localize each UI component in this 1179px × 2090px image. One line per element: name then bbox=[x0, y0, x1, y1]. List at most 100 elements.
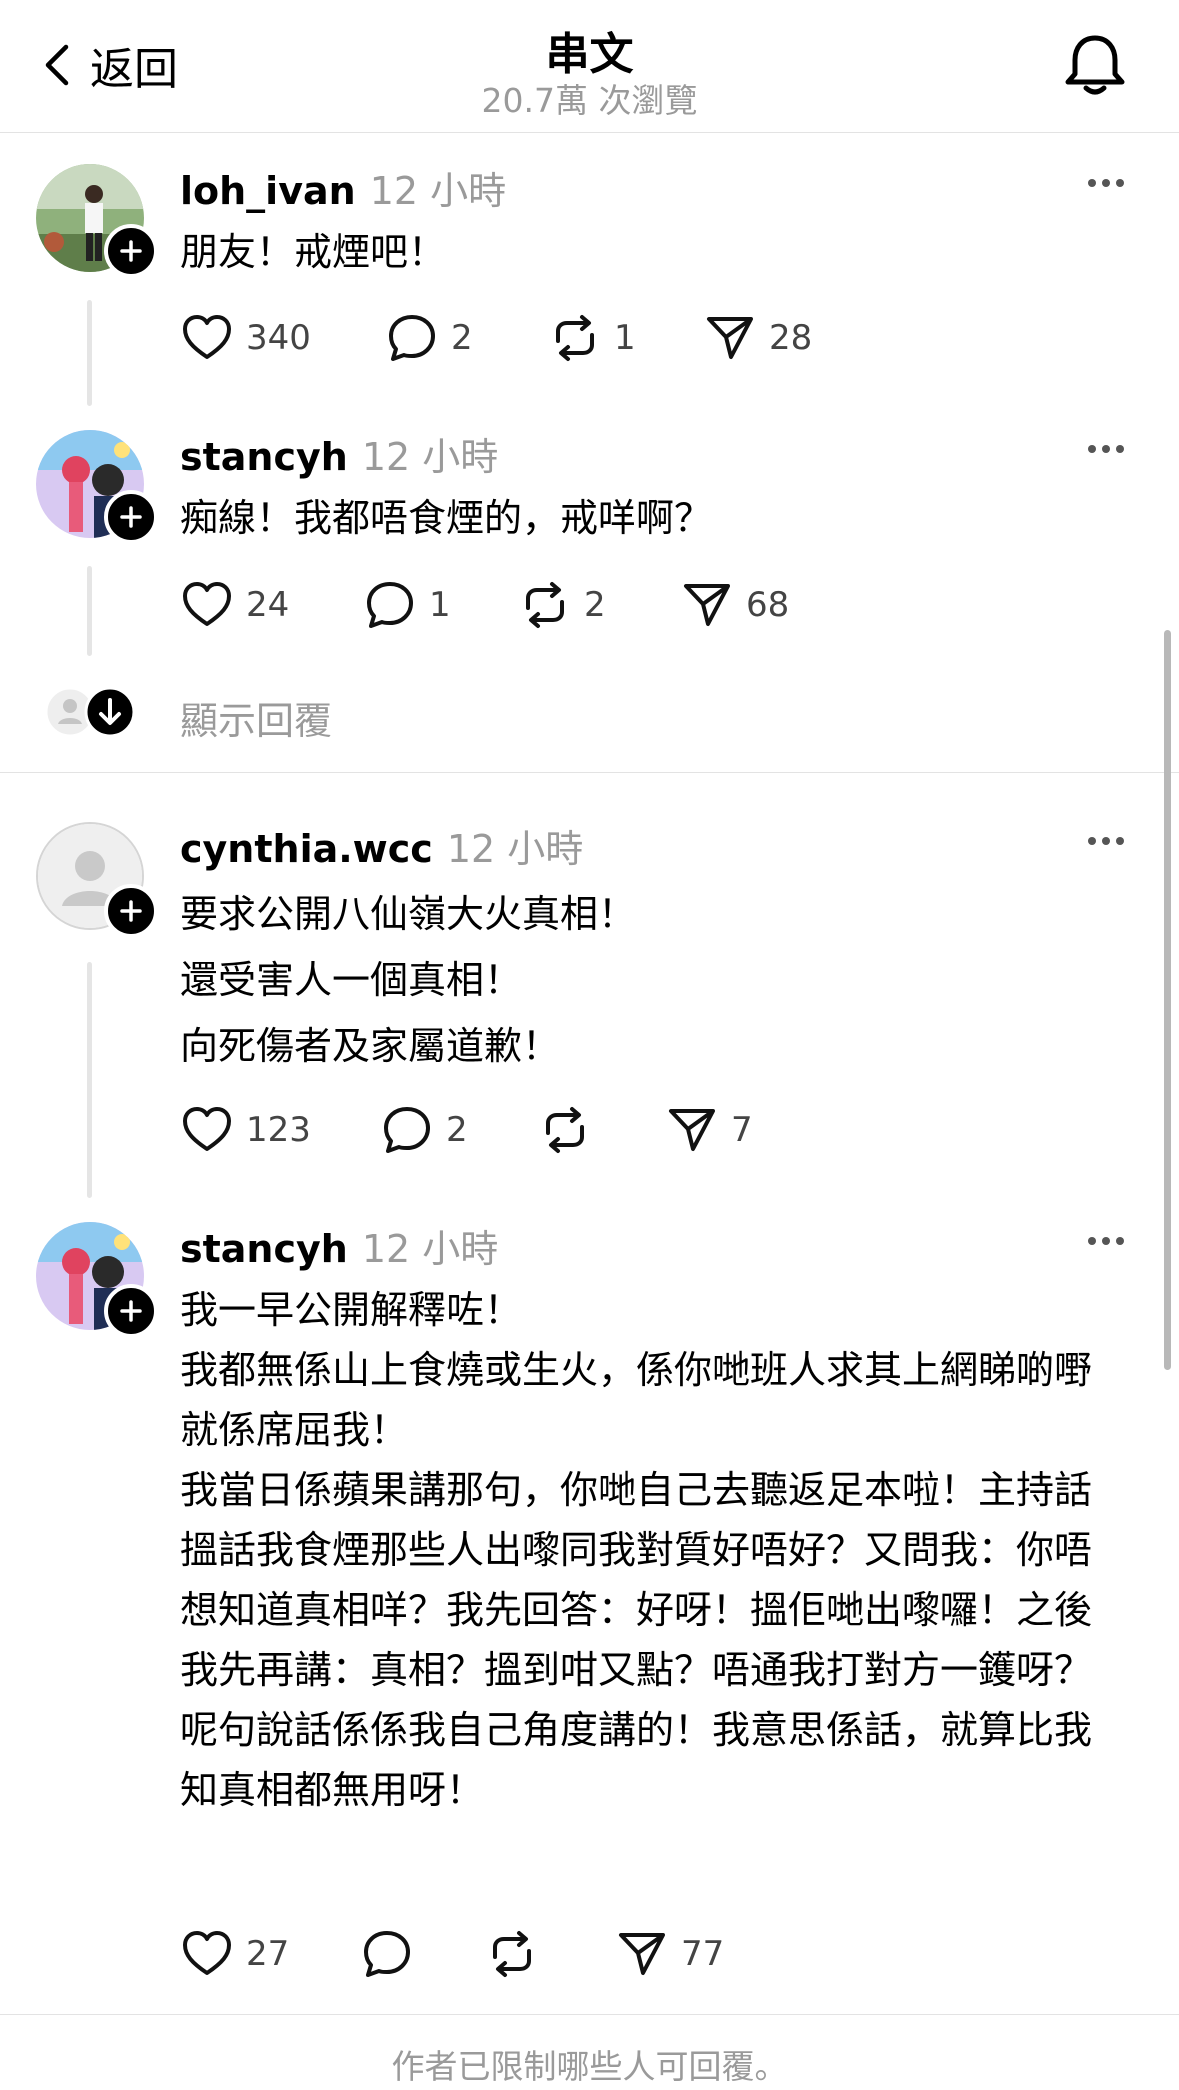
reply-count: 1 bbox=[429, 585, 451, 625]
repost-button[interactable] bbox=[538, 1102, 604, 1158]
post-time: 12 小時 bbox=[361, 435, 499, 479]
like-button[interactable]: 340 bbox=[180, 310, 311, 366]
comment-icon bbox=[364, 1931, 410, 1977]
thread-line bbox=[87, 962, 92, 1198]
thread-line bbox=[87, 566, 92, 656]
repost-button[interactable]: 1 bbox=[548, 310, 636, 366]
follow-button[interactable] bbox=[104, 490, 158, 544]
plus-icon bbox=[120, 1300, 142, 1322]
post-time: 12 小時 bbox=[369, 169, 507, 213]
reply-avatars-icon bbox=[44, 686, 136, 738]
more-icon bbox=[1088, 1237, 1096, 1245]
scrollbar[interactable] bbox=[1164, 630, 1171, 1370]
like-count: 123 bbox=[246, 1110, 311, 1150]
post-header: stancyh 12 小時 bbox=[180, 1218, 498, 1273]
username[interactable]: stancyh bbox=[180, 435, 348, 479]
repost-count: 1 bbox=[614, 318, 636, 358]
username[interactable]: cynthia.wcc bbox=[180, 827, 433, 871]
share-button[interactable]: 68 bbox=[680, 577, 789, 633]
reply-button[interactable]: 2 bbox=[380, 1102, 468, 1158]
like-button[interactable]: 27 bbox=[180, 1926, 289, 1982]
send-icon bbox=[669, 1109, 715, 1151]
plus-icon bbox=[120, 506, 142, 528]
plus-icon bbox=[120, 900, 142, 922]
share-count: 7 bbox=[731, 1110, 753, 1150]
bell-icon bbox=[1065, 35, 1125, 95]
reply-button[interactable]: 1 bbox=[363, 577, 451, 633]
post-line: 我當日係蘋果講那句，你哋自己去聽返足本啦！主持話搵話我食煙那些人出嚟同我對質好唔… bbox=[180, 1468, 1093, 1692]
post-header: loh_ivan 12 小時 bbox=[180, 160, 506, 215]
post-time: 12 小時 bbox=[361, 1227, 499, 1271]
username[interactable]: stancyh bbox=[180, 1227, 348, 1271]
username[interactable]: loh_ivan bbox=[180, 169, 356, 213]
heart-icon bbox=[183, 1931, 231, 1975]
share-button[interactable]: 7 bbox=[665, 1102, 753, 1158]
share-button[interactable]: 28 bbox=[703, 310, 812, 366]
share-count: 28 bbox=[769, 318, 813, 358]
post-text: 痴線！我都唔食煙的，戒咩啊？ bbox=[180, 488, 1140, 548]
repost-icon bbox=[546, 1107, 584, 1153]
footer-divider bbox=[0, 2014, 1179, 2015]
more-options-button[interactable] bbox=[1088, 179, 1124, 187]
post-line: 朋友！戒煙吧！ bbox=[180, 230, 447, 274]
show-replies-label: 顯示回覆 bbox=[180, 699, 333, 743]
more-options-button[interactable] bbox=[1088, 445, 1124, 453]
reply-count: 2 bbox=[446, 1110, 468, 1150]
reply-button[interactable]: 2 bbox=[385, 310, 473, 366]
share-count: 77 bbox=[681, 1934, 725, 1974]
plus-icon bbox=[120, 240, 142, 262]
post-line: 我都無係山上食燒或生火，係你哋班人求其上網睇啲嘢就係席屈我！ bbox=[180, 1348, 1093, 1452]
comment-icon bbox=[367, 582, 413, 628]
notification-button[interactable] bbox=[1060, 30, 1130, 104]
more-options-button[interactable] bbox=[1088, 1237, 1124, 1245]
repost-icon bbox=[493, 1931, 531, 1977]
reply-count: 2 bbox=[451, 318, 473, 358]
heart-icon bbox=[183, 315, 231, 359]
send-icon bbox=[707, 317, 753, 359]
follow-button[interactable] bbox=[104, 884, 158, 938]
post-text: 朋友！戒煙吧！ bbox=[180, 222, 1140, 282]
send-icon bbox=[684, 584, 730, 626]
post-line: 呢句說話係係我自己角度講的！我意思係話，就算比我知真相都無用呀！ bbox=[180, 1708, 1093, 1812]
comment-icon bbox=[384, 1107, 430, 1153]
post-line: 我一早公開解釋咗！ bbox=[180, 1288, 523, 1332]
repost-button[interactable]: 2 bbox=[518, 577, 606, 633]
post-line: 還受害人一個真相！ bbox=[180, 958, 523, 1002]
repost-button[interactable] bbox=[485, 1926, 551, 1982]
post-line: 要求公開八仙嶺大火真相！ bbox=[180, 892, 637, 936]
more-icon bbox=[1088, 445, 1096, 453]
section-divider bbox=[0, 772, 1179, 773]
post-header: stancyh 12 小時 bbox=[180, 426, 498, 481]
post-text: 我一早公開解釋咗！ 我都無係山上食燒或生火，係你哋班人求其上網睇啲嘢就係席屈我！… bbox=[180, 1280, 1125, 1820]
like-button[interactable]: 24 bbox=[180, 577, 289, 633]
reply-button[interactable] bbox=[360, 1926, 426, 1982]
view-count: 20.7萬 次瀏覽 bbox=[481, 81, 698, 120]
share-button[interactable]: 77 bbox=[615, 1926, 724, 1982]
like-button[interactable]: 123 bbox=[180, 1102, 311, 1158]
post-header: cynthia.wcc 12 小時 bbox=[180, 818, 583, 873]
top-bar: 返回 串文 20.7萬 次瀏覽 bbox=[0, 0, 1179, 133]
post-line: 痴線！我都唔食煙的，戒咩啊？ bbox=[180, 496, 713, 540]
post-line: 向死傷者及家屬道歉！ bbox=[180, 1024, 561, 1068]
follow-button[interactable] bbox=[104, 1284, 158, 1338]
thread-line bbox=[87, 300, 92, 406]
repost-icon bbox=[526, 582, 564, 628]
post-text: 要求公開八仙嶺大火真相！ 還受害人一個真相！ 向死傷者及家屬道歉！ bbox=[180, 881, 1140, 1079]
page-title: 串文 bbox=[545, 29, 634, 80]
show-replies-button[interactable]: 顯示回覆 bbox=[36, 682, 636, 743]
heart-icon bbox=[183, 582, 231, 626]
like-count: 340 bbox=[246, 318, 311, 358]
follow-button[interactable] bbox=[104, 224, 158, 278]
send-icon bbox=[619, 1933, 665, 1975]
like-count: 27 bbox=[246, 1934, 290, 1974]
repost-count: 2 bbox=[584, 585, 606, 625]
heart-icon bbox=[183, 1107, 231, 1151]
repost-icon bbox=[556, 315, 594, 361]
more-icon bbox=[1088, 179, 1096, 187]
more-options-button[interactable] bbox=[1088, 837, 1124, 845]
like-count: 24 bbox=[246, 585, 290, 625]
share-count: 68 bbox=[746, 585, 790, 625]
post-time: 12 小時 bbox=[446, 827, 584, 871]
comment-icon bbox=[389, 315, 435, 361]
more-icon bbox=[1088, 837, 1096, 845]
